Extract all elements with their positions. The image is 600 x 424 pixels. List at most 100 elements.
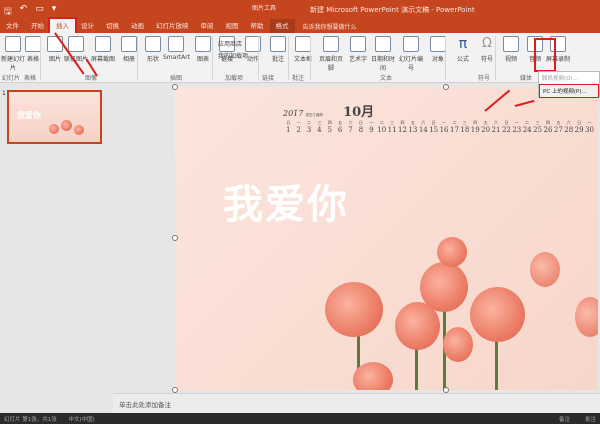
customize-icon[interactable]: ▾ [52, 4, 57, 20]
calendar-date: 21 [491, 126, 501, 134]
online-pictures-icon [68, 36, 84, 52]
tab-home[interactable]: 开始 [25, 19, 50, 33]
tab-review[interactable]: 审阅 [195, 19, 220, 33]
video-button[interactable]: 视频 [498, 36, 524, 63]
textbox-button[interactable]: 文本框 [290, 36, 316, 63]
menu-item-online-video[interactable]: 联机视频(O)... [539, 72, 599, 84]
ribbon: 新建幻灯片 表格 图片 联机图片 屏幕截图 相册 形状 SmartArt 图表 链接 动作 批注 文本框… [0, 33, 600, 83]
comments-toggle[interactable]: 批注 [585, 415, 596, 423]
calendar-day: 二 24 [522, 120, 532, 134]
notes-toggle[interactable]: 备注 [559, 415, 570, 423]
calendar-day: 日 15 [428, 120, 438, 134]
calendar-day: 一2 [293, 120, 303, 134]
smartart-button[interactable]: SmartArt [163, 36, 191, 61]
wordart-icon [350, 36, 366, 52]
equation-icon: π [458, 36, 468, 52]
symbol-button[interactable]: Ω 符号 [474, 36, 500, 63]
date-time-icon [375, 36, 391, 52]
tell-me-search[interactable]: 告诉我你想要做什么 [303, 22, 357, 31]
button-label: 屏幕截图 [90, 56, 115, 63]
calendar-day: 一 16 [439, 120, 449, 134]
calendar-date: 7 [348, 126, 353, 134]
calendar: 2017 农历丁酉年 10月 日 1 一 2 二 3 三 4 四 5 五 6 六 7 日 8 一 9 二 10 三 11 四 1… [283, 105, 595, 134]
calendar-date: 13 [408, 126, 418, 134]
slide-number-button[interactable]: 幻灯片编号 [398, 36, 424, 72]
start-icon[interactable]: ▭ [35, 4, 44, 20]
shapes-icon [145, 36, 161, 52]
picture-tools-label: 图片工具 [252, 5, 277, 12]
button-label: 对象 [431, 56, 444, 63]
calendar-day: 三 11 [387, 120, 397, 134]
tab-animations[interactable]: 动画 [125, 19, 150, 33]
chart-icon [195, 36, 211, 52]
menu-item-pc-video[interactable]: PC 上的视频(P)... [539, 84, 599, 98]
ribbon-group-label: 批注 [292, 75, 305, 82]
tab-format[interactable]: 格式 [269, 19, 295, 33]
slide-headline[interactable]: 我爱你 [223, 172, 349, 230]
calendar-date: 27 [553, 126, 563, 134]
button-label: 艺术字 [348, 56, 367, 63]
app-store-button[interactable]: 应用商店 [218, 39, 242, 48]
tab-slideshow[interactable]: 幻灯片放映 [150, 19, 195, 33]
calendar-day: 二 10 [377, 120, 387, 134]
status-bar: 幻灯片 第1张，共1张 中文(中国) 备注 批注 [0, 413, 600, 424]
tab-insert[interactable]: 插入 [48, 17, 77, 35]
date-time-button[interactable]: 日期和时间 [370, 36, 396, 72]
calendar-date: 4 [317, 126, 322, 134]
button-label: 幻灯片编号 [398, 56, 423, 72]
calendar-date: 24 [522, 126, 532, 134]
screenshot-button[interactable]: 屏幕截图 [90, 36, 116, 63]
calendar-days: 日 1 一 2 二 3 三 4 四 5 五 6 六 7 日 8 一 9 二 10 三 11 四 12 五 13 六 14 日 15 一 16 二… [283, 120, 595, 134]
calendar-day: 五 27 [553, 120, 563, 134]
button-label: 页眉和页脚 [318, 56, 343, 72]
tab-help[interactable]: 帮助 [245, 19, 270, 33]
ribbon-tabs: 文件 开始 插入 设计 切换 动画 幻灯片放映 审阅 视图 帮助 格式 告诉我你… [0, 17, 600, 35]
wordart-button[interactable]: 艺术字 [345, 36, 371, 63]
button-label: 公式 [456, 56, 469, 63]
save-icon[interactable]: 🖫 [4, 4, 12, 20]
calendar-date: 3 [306, 126, 312, 134]
header-footer-button[interactable]: 页眉和页脚 [318, 36, 344, 72]
undo-icon[interactable]: ↶ [20, 4, 28, 20]
slide-thumbnail[interactable]: 我爱你 [7, 90, 102, 144]
tab-transitions[interactable]: 切换 [100, 19, 125, 33]
calendar-date: 20 [481, 126, 491, 134]
resize-handle[interactable] [443, 84, 449, 90]
button-label: 相册 [122, 56, 135, 63]
calendar-day: 一9 [366, 120, 376, 134]
calendar-date: 10 [377, 126, 387, 134]
video-icon [503, 36, 519, 52]
thumbnail-headline: 我爱你 [17, 111, 41, 120]
equation-button[interactable]: π 公式 [450, 36, 476, 63]
group-divider [288, 36, 289, 80]
slide-canvas[interactable]: 2017 农历丁酉年 10月 日 1 一 2 二 3 三 4 四 5 五 6 六 7 日 8 一 9 二 10 三 11 四 1… [175, 87, 598, 390]
calendar-month: 10月 [343, 105, 375, 120]
calendar-day: 五 13 [408, 120, 418, 134]
my-addins-button[interactable]: 我的加载项 [218, 51, 248, 60]
photo-album-icon [121, 36, 137, 52]
calendar-day: 日8 [356, 120, 366, 134]
title-bar: 🖫 ↶ ▭ ▾ 图片工具 新建 Microsoft PowerPoint 演示文… [0, 0, 600, 19]
button-label: 文本框 [293, 56, 312, 63]
calendar-day: 六7 [345, 120, 355, 134]
calendar-date: 8 [358, 126, 364, 134]
tab-file[interactable]: 文件 [0, 19, 25, 33]
resize-handle[interactable] [172, 235, 178, 241]
header-footer-icon [323, 36, 339, 52]
slide-editor: 2017 农历丁酉年 10月 日 1 一 2 二 3 三 4 四 5 五 6 六 7 日 8 一 9 二 10 三 11 四 1… [113, 83, 600, 393]
calendar-day: 二3 [304, 120, 314, 134]
photo-album-button[interactable]: 相册 [116, 36, 142, 63]
new-slide-icon [5, 36, 21, 52]
calendar-date: 11 [387, 126, 397, 134]
slide-number-icon [403, 36, 419, 52]
tab-view[interactable]: 视图 [220, 19, 245, 33]
calendar-day: 日 29 [574, 120, 584, 134]
object-button[interactable]: 对象 [425, 36, 451, 63]
notes-pane[interactable]: 单击此处添加备注 [113, 393, 600, 413]
language: 中文(中国) [68, 417, 95, 423]
slide-count: 幻灯片 第1张，共1张 [4, 417, 57, 423]
button-label: SmartArt [163, 54, 191, 61]
group-divider [310, 36, 311, 80]
tab-design[interactable]: 设计 [75, 19, 100, 33]
resize-handle[interactable] [172, 84, 178, 90]
